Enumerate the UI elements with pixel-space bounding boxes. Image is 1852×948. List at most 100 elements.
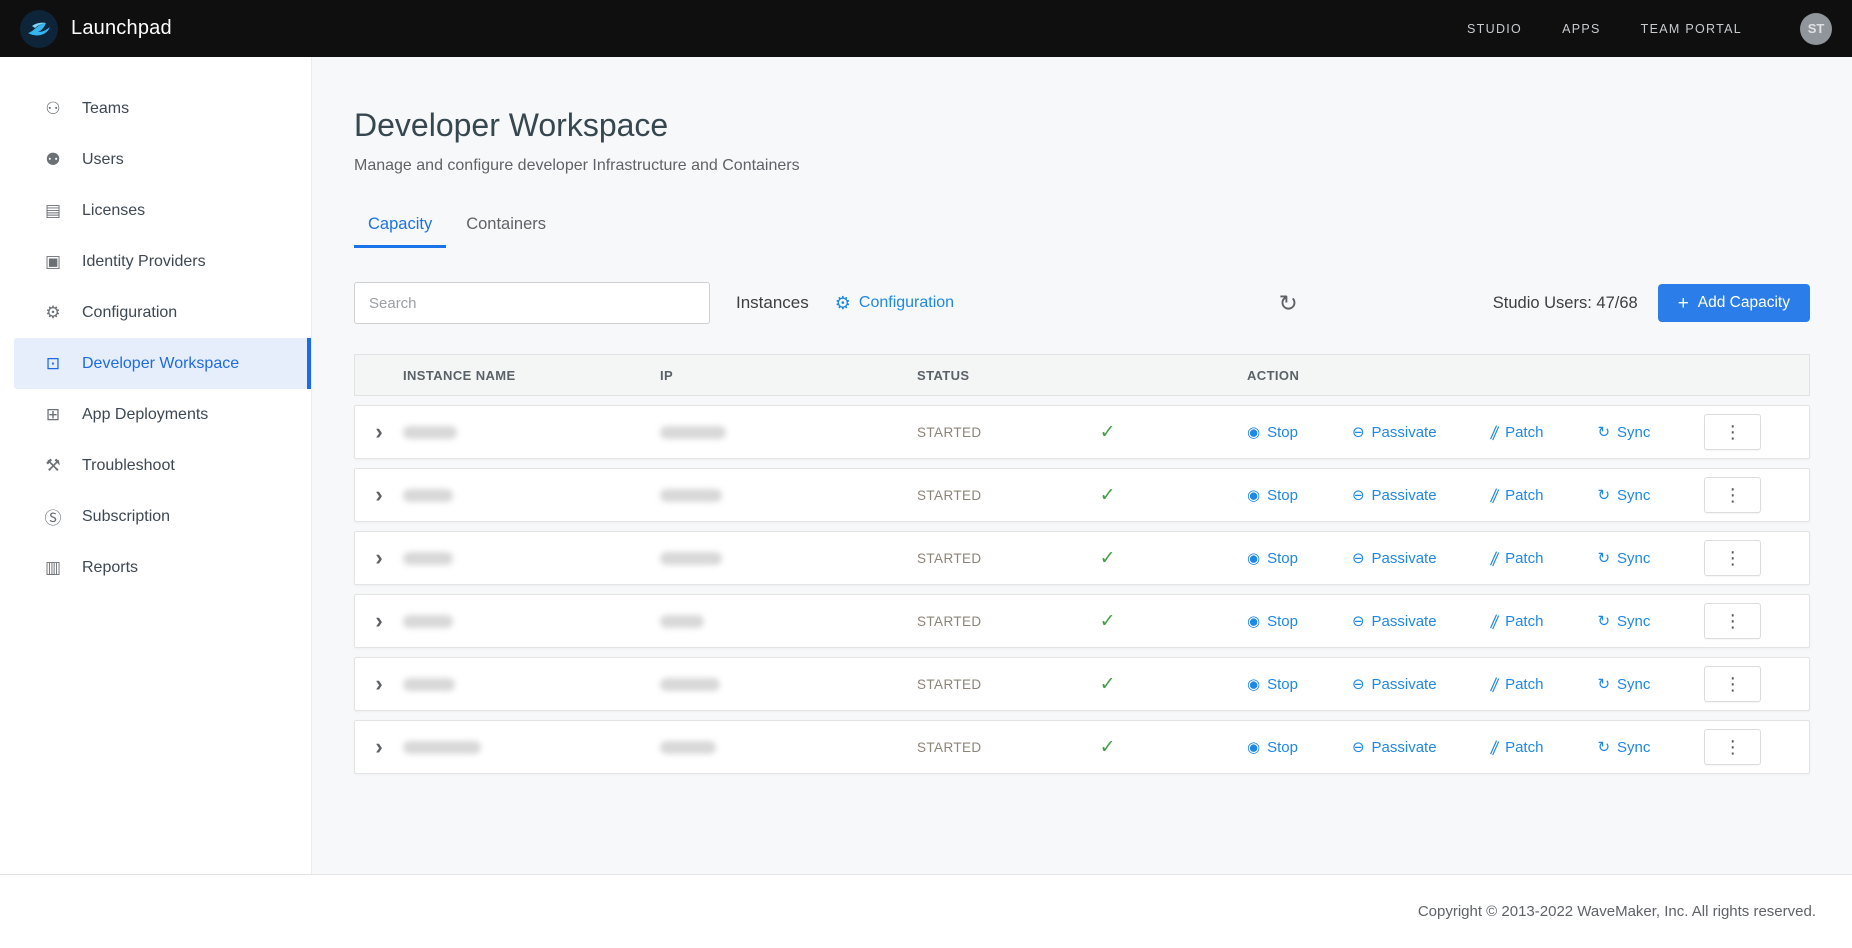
sidebar-item-teams[interactable]: ⚇ Teams: [14, 83, 311, 134]
stop-action[interactable]: ◉ Stop: [1247, 676, 1298, 693]
patch-action[interactable]: ∥ Patch: [1491, 676, 1544, 693]
sidebar-item-identity-providers[interactable]: ▣ Identity Providers: [14, 236, 311, 287]
row-expand-toggle[interactable]: ›: [355, 671, 403, 697]
licenses-icon: ▤: [42, 201, 64, 221]
sidebar-item-label: Licenses: [82, 202, 145, 220]
passivate-action[interactable]: ⊖ Passivate: [1352, 424, 1437, 441]
stop-action-label: Stop: [1267, 613, 1298, 630]
sync-action[interactable]: ↻ Sync: [1597, 424, 1650, 441]
instance-name-cell: [403, 741, 660, 754]
passivate-action-label: Passivate: [1372, 487, 1437, 504]
chevron-right-icon: ›: [375, 482, 382, 507]
ip-cell: [660, 741, 917, 754]
row-menu-button[interactable]: ⋮: [1704, 603, 1761, 639]
stop-action[interactable]: ◉ Stop: [1247, 739, 1298, 756]
patch-action[interactable]: ∥ Patch: [1491, 487, 1544, 504]
stop-action[interactable]: ◉ Stop: [1247, 613, 1298, 630]
add-capacity-button[interactable]: + Add Capacity: [1658, 284, 1810, 322]
launchpad-app: Launchpad STUDIO APPS TEAM PORTAL ST ⚇ T…: [0, 0, 1852, 948]
redacted-instance-name: [403, 615, 453, 628]
redacted-ip: [660, 615, 704, 628]
sidebar-item-developer-workspace[interactable]: ⊡ Developer Workspace: [14, 338, 311, 389]
configuration-icon: ⚙: [42, 303, 64, 323]
passivate-action[interactable]: ⊖ Passivate: [1352, 676, 1437, 693]
sync-action[interactable]: ↻ Sync: [1597, 550, 1650, 567]
row-expand-toggle[interactable]: ›: [355, 734, 403, 760]
sidebar-item-licenses[interactable]: ▤ Licenses: [14, 185, 311, 236]
stop-action[interactable]: ◉ Stop: [1247, 424, 1298, 441]
sync-action[interactable]: ↻ Sync: [1597, 676, 1650, 693]
studio-users-count: Studio Users: 47/68: [1493, 294, 1638, 313]
user-avatar[interactable]: ST: [1800, 13, 1832, 45]
patch-icon: ∥: [1488, 613, 1501, 630]
patch-action[interactable]: ∥ Patch: [1491, 739, 1544, 756]
instance-name-cell: [403, 426, 660, 439]
redacted-instance-name: [403, 678, 455, 691]
status-cell: STARTED ✓: [917, 610, 1247, 633]
patch-icon: ∥: [1488, 550, 1501, 567]
topbar: Launchpad STUDIO APPS TEAM PORTAL ST: [0, 0, 1852, 57]
passivate-icon: ⊖: [1352, 488, 1365, 503]
passivate-icon: ⊖: [1352, 740, 1365, 755]
kebab-icon: ⋮: [1724, 548, 1742, 569]
stop-action-label: Stop: [1267, 424, 1298, 441]
sync-action[interactable]: ↻ Sync: [1597, 613, 1650, 630]
sidebar-item-troubleshoot[interactable]: ⚒ Troubleshoot: [14, 440, 311, 491]
chevron-right-icon: ›: [375, 545, 382, 570]
sidebar-item-subscription[interactable]: Ⓢ Subscription: [14, 491, 311, 542]
passivate-action[interactable]: ⊖ Passivate: [1352, 487, 1437, 504]
tab-capacity[interactable]: Capacity: [354, 205, 446, 248]
row-expand-toggle[interactable]: ›: [355, 545, 403, 571]
app-title: Launchpad: [71, 17, 172, 40]
table-row: › STARTED ✓ ◉ Stop ⊖ Passivate ∥ Patch: [354, 468, 1810, 522]
sidebar-item-users[interactable]: ⚉ Users: [14, 134, 311, 185]
passivate-action[interactable]: ⊖ Passivate: [1352, 739, 1437, 756]
redacted-ip: [660, 426, 726, 439]
topnav-team-portal[interactable]: TEAM PORTAL: [1641, 22, 1742, 36]
row-menu-button[interactable]: ⋮: [1704, 414, 1761, 450]
patch-action[interactable]: ∥ Patch: [1491, 550, 1544, 567]
instances-table: INSTANCE NAME IP STATUS ACTION › STARTED…: [354, 354, 1810, 774]
row-expand-toggle[interactable]: ›: [355, 419, 403, 445]
troubleshoot-icon: ⚒: [42, 456, 64, 476]
table-row: › STARTED ✓ ◉ Stop ⊖ Passivate ∥ Patch: [354, 720, 1810, 774]
row-menu-button[interactable]: ⋮: [1704, 540, 1761, 576]
row-expand-toggle[interactable]: ›: [355, 608, 403, 634]
row-menu-button[interactable]: ⋮: [1704, 729, 1761, 765]
configuration-link[interactable]: ⚙ Configuration: [835, 294, 954, 312]
search-input[interactable]: [354, 282, 710, 324]
ip-cell: [660, 615, 917, 628]
table-row: › STARTED ✓ ◉ Stop ⊖ Passivate ∥ Patch: [354, 657, 1810, 711]
patch-action-label: Patch: [1505, 424, 1543, 441]
patch-icon: ∥: [1488, 487, 1501, 504]
refresh-icon[interactable]: ↻: [1278, 292, 1297, 315]
table-row: › STARTED ✓ ◉ Stop ⊖ Passivate ∥ Patch: [354, 531, 1810, 585]
identity-providers-icon: ▣: [42, 252, 64, 272]
reports-icon: ▥: [42, 558, 64, 578]
row-menu-button[interactable]: ⋮: [1704, 477, 1761, 513]
tab-containers[interactable]: Containers: [452, 205, 560, 248]
patch-action[interactable]: ∥ Patch: [1491, 424, 1544, 441]
sidebar-item-label: Reports: [82, 559, 138, 577]
stop-action[interactable]: ◉ Stop: [1247, 487, 1298, 504]
topnav-studio[interactable]: STUDIO: [1467, 22, 1522, 36]
topnav-apps[interactable]: APPS: [1562, 22, 1601, 36]
copyright-text: Copyright © 2013-2022 WaveMaker, Inc. Al…: [1418, 903, 1816, 920]
stop-action[interactable]: ◉ Stop: [1247, 550, 1298, 567]
instance-name-cell: [403, 615, 660, 628]
stop-action-label: Stop: [1267, 676, 1298, 693]
sync-action[interactable]: ↻ Sync: [1597, 739, 1650, 756]
sidebar-item-reports[interactable]: ▥ Reports: [14, 542, 311, 593]
sync-action[interactable]: ↻ Sync: [1597, 487, 1650, 504]
passivate-action[interactable]: ⊖ Passivate: [1352, 550, 1437, 567]
row-expand-toggle[interactable]: ›: [355, 482, 403, 508]
sync-icon: ↻: [1597, 425, 1610, 440]
sync-action-label: Sync: [1617, 550, 1650, 567]
passivate-action-label: Passivate: [1372, 424, 1437, 441]
sidebar-item-app-deployments[interactable]: ⊞ App Deployments: [14, 389, 311, 440]
passivate-action[interactable]: ⊖ Passivate: [1352, 613, 1437, 630]
row-menu-button[interactable]: ⋮: [1704, 666, 1761, 702]
sidebar-item-configuration[interactable]: ⚙ Configuration: [14, 287, 311, 338]
kebab-icon: ⋮: [1724, 674, 1742, 695]
patch-action[interactable]: ∥ Patch: [1491, 613, 1544, 630]
